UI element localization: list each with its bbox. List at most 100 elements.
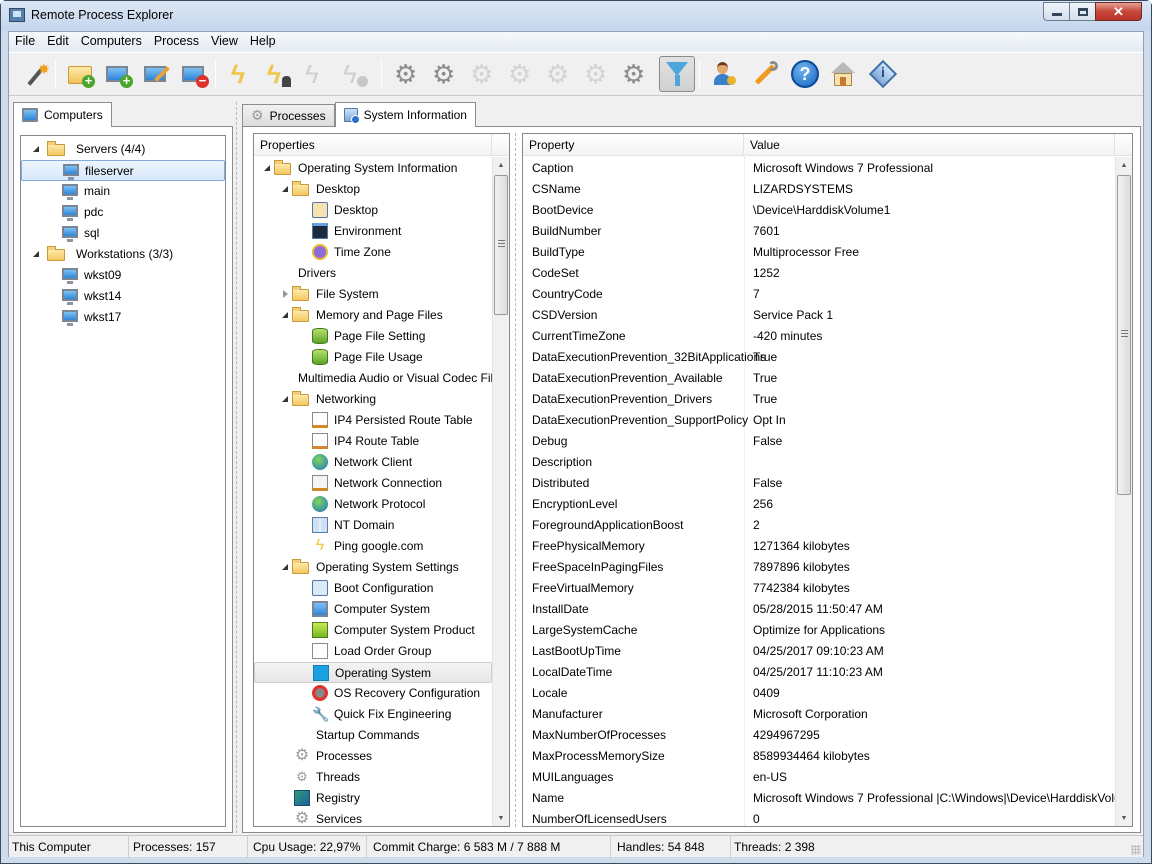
- grid-row[interactable]: Description: [523, 452, 1115, 473]
- grid-row[interactable]: DataExecutionPrevention_SupportPolicy Opt…: [523, 410, 1115, 431]
- property-tree-item[interactable]: Registry: [254, 788, 492, 809]
- grid-row[interactable]: FreePhysicalMemory 1271364 kilobytes: [523, 536, 1115, 557]
- property-tree-item[interactable]: Desktop: [254, 179, 492, 200]
- wizard-button[interactable]: ✸: [17, 56, 53, 92]
- property-tree-item[interactable]: Multimedia Audio or Visual Codec Files: [254, 368, 492, 389]
- property-tree-item[interactable]: Memory and Page Files: [254, 305, 492, 326]
- close-button[interactable]: ✕: [1095, 2, 1142, 21]
- grid-row[interactable]: Distributed False: [523, 473, 1115, 494]
- property-tree-item[interactable]: Computer System Product: [254, 620, 492, 641]
- expand-icon[interactable]: [31, 249, 41, 259]
- properties-scrollbar[interactable]: ▲ ▼: [492, 157, 509, 826]
- property-tree-item[interactable]: Network Connection: [254, 473, 492, 494]
- expand-icon[interactable]: [31, 144, 41, 154]
- property-tree-item[interactable]: 🔧 Quick Fix Engineering: [254, 704, 492, 725]
- computer-group[interactable]: Servers (4/4): [21, 139, 225, 160]
- property-tree-item[interactable]: IP4 Persisted Route Table: [254, 410, 492, 431]
- tab-processes[interactable]: ⚙ Processes: [242, 104, 335, 126]
- resize-grip[interactable]: [1131, 845, 1141, 855]
- collapse-icon[interactable]: [280, 310, 290, 320]
- property-tree-item[interactable]: ⚙ Threads: [254, 767, 492, 788]
- filter-button[interactable]: [659, 56, 695, 92]
- wrench-button[interactable]: [747, 56, 783, 92]
- remove-computer-button[interactable]: −: [177, 56, 213, 92]
- grid-row[interactable]: DataExecutionPrevention_32BitApplication…: [523, 347, 1115, 368]
- home-button[interactable]: [825, 56, 861, 92]
- refresh-process-button[interactable]: ⚙: [389, 56, 425, 92]
- grid-row[interactable]: CurrentTimeZone -420 minutes: [523, 326, 1115, 347]
- property-tree-item[interactable]: Computer System: [254, 599, 492, 620]
- tab-computers[interactable]: Computers: [13, 102, 112, 127]
- new-process-button[interactable]: ⚙: [427, 56, 463, 92]
- grid-row[interactable]: CSName LIZARDSYSTEMS: [523, 179, 1115, 200]
- edit-computer-button[interactable]: [139, 56, 175, 92]
- grid-row[interactable]: MaxNumberOfProcesses 4294967295: [523, 725, 1115, 746]
- grid-row[interactable]: DataExecutionPrevention_Available True: [523, 368, 1115, 389]
- grid-row[interactable]: LastBootUpTime 04/25/2017 09:10:23 AM: [523, 641, 1115, 662]
- add-group-button[interactable]: +: [63, 56, 99, 92]
- property-tree-item[interactable]: Page File Usage: [254, 347, 492, 368]
- property-tree-item[interactable]: OS Recovery Configuration: [254, 683, 492, 704]
- properties-column-header[interactable]: Properties: [254, 134, 492, 156]
- property-tree-item[interactable]: Startup Commands: [254, 725, 492, 746]
- grid-row[interactable]: Debug False: [523, 431, 1115, 452]
- property-tree-item[interactable]: Operating System Settings: [254, 557, 492, 578]
- menu-view[interactable]: View: [205, 32, 244, 51]
- expand-icon[interactable]: [280, 289, 290, 299]
- column-header-value[interactable]: Value: [744, 134, 1115, 156]
- property-tree-item[interactable]: Drivers: [254, 263, 492, 284]
- grid-scrollbar[interactable]: ▲ ▼: [1115, 157, 1132, 826]
- grid-row[interactable]: FreeSpaceInPagingFiles 7897896 kilobytes: [523, 557, 1115, 578]
- property-tree-item[interactable]: Networking: [254, 389, 492, 410]
- computer-item[interactable]: pdc: [21, 202, 225, 223]
- grid-row[interactable]: FreeVirtualMemory 7742384 kilobytes: [523, 578, 1115, 599]
- grid-row[interactable]: InstallDate 05/28/2015 11:50:47 AM: [523, 599, 1115, 620]
- minimize-button[interactable]: [1043, 2, 1070, 21]
- grid-row[interactable]: LargeSystemCache Optimize for Application…: [523, 620, 1115, 641]
- search-process-button[interactable]: ⚙: [541, 56, 577, 92]
- grid-row[interactable]: CSDVersion Service Pack 1: [523, 305, 1115, 326]
- tab-system-information[interactable]: System Information: [334, 102, 476, 127]
- scroll-down-icon[interactable]: ▼: [1116, 810, 1132, 826]
- computer-item[interactable]: wkst14: [21, 286, 225, 307]
- property-tree-item[interactable]: Environment: [254, 221, 492, 242]
- property-tree-item[interactable]: IP4 Route Table: [254, 431, 492, 452]
- help-button[interactable]: ?: [787, 56, 823, 92]
- grid-row[interactable]: MUILanguages en-US: [523, 767, 1115, 788]
- grid-row[interactable]: LocalDateTime 04/25/2017 11:10:23 AM: [523, 662, 1115, 683]
- process-properties-button[interactable]: ⚙: [579, 56, 615, 92]
- priority-button[interactable]: ⚙: [503, 56, 539, 92]
- grid-row[interactable]: MaxProcessMemorySize 8589934464 kilobytes: [523, 746, 1115, 767]
- property-tree-item[interactable]: Operating System Information: [254, 158, 492, 179]
- scroll-up-icon[interactable]: ▲: [1116, 157, 1132, 174]
- find-process-button[interactable]: ⚙: [617, 56, 653, 92]
- grid-row[interactable]: DataExecutionPrevention_Drivers True: [523, 389, 1115, 410]
- grid-scroll-thumb[interactable]: [1117, 175, 1131, 495]
- menu-help[interactable]: Help: [244, 32, 282, 51]
- properties-scroll-thumb[interactable]: [494, 175, 508, 315]
- kill-process-button[interactable]: ⚙: [465, 56, 501, 92]
- computer-group[interactable]: Workstations (3/3): [21, 244, 225, 265]
- maximize-button[interactable]: [1069, 2, 1096, 21]
- connect-button[interactable]: ϟ: [223, 56, 259, 92]
- connect-as-button[interactable]: ϟ: [261, 56, 297, 92]
- grid-row[interactable]: BootDevice \Device\HarddiskVolume1: [523, 200, 1115, 221]
- property-tree-item[interactable]: Time Zone: [254, 242, 492, 263]
- grid-row[interactable]: NumberOfLicensedUsers 0: [523, 809, 1115, 826]
- user-key-button[interactable]: [707, 56, 743, 92]
- computer-item[interactable]: main: [21, 181, 225, 202]
- grid-row[interactable]: BuildType Multiprocessor Free: [523, 242, 1115, 263]
- reconnect-button[interactable]: ϟ: [299, 56, 335, 92]
- scroll-up-icon[interactable]: ▲: [493, 157, 509, 174]
- property-tree-item[interactable]: Network Client: [254, 452, 492, 473]
- property-tree-item[interactable]: NT Domain: [254, 515, 492, 536]
- grid-row[interactable]: Caption Microsoft Windows 7 Professional: [523, 158, 1115, 179]
- property-tree-item[interactable]: File System: [254, 284, 492, 305]
- computer-item[interactable]: wkst17: [21, 307, 225, 328]
- collapse-icon[interactable]: [262, 163, 272, 173]
- scroll-down-icon[interactable]: ▼: [493, 810, 509, 826]
- property-tree-item[interactable]: Operating System: [254, 662, 492, 683]
- grid-row[interactable]: Manufacturer Microsoft Corporation: [523, 704, 1115, 725]
- grid-row[interactable]: BuildNumber 7601: [523, 221, 1115, 242]
- property-tree-item[interactable]: Desktop: [254, 200, 492, 221]
